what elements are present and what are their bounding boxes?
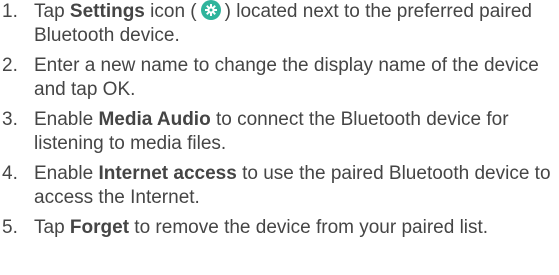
step-text: Enable bbox=[34, 163, 99, 184]
step-text: icon ( bbox=[144, 1, 197, 22]
internet-access-term: Internet access bbox=[98, 163, 237, 184]
settings-term: Settings bbox=[69, 1, 145, 22]
step-1: 1. Tap Settings icon ( ) located next to… bbox=[0, 0, 559, 48]
step-text: Tap bbox=[34, 217, 70, 238]
step-2: 2. Enter a new name to change the displa… bbox=[0, 54, 559, 102]
step-text: Enable bbox=[34, 109, 99, 130]
step-text: to remove the device from your paired li… bbox=[129, 217, 489, 238]
step-4: 4. Enable Internet access to use the pai… bbox=[0, 162, 559, 210]
step-number: 3. bbox=[2, 109, 18, 130]
step-number: 1. bbox=[2, 1, 18, 22]
step-number: 2. bbox=[2, 55, 18, 76]
step-3: 3. Enable Media Audio to connect the Blu… bbox=[0, 108, 559, 156]
step-text: Tap bbox=[34, 1, 70, 22]
gear-icon bbox=[200, 0, 221, 20]
step-text: Enter a new name to change the display n… bbox=[34, 55, 539, 100]
step-5: 5. Tap Forget to remove the device from … bbox=[0, 216, 559, 240]
forget-term: Forget bbox=[69, 217, 130, 238]
step-number: 4. bbox=[2, 163, 18, 184]
instruction-list: 1. Tap Settings icon ( ) located next to… bbox=[0, 0, 559, 240]
media-audio-term: Media Audio bbox=[98, 109, 211, 130]
step-number: 5. bbox=[2, 217, 18, 238]
